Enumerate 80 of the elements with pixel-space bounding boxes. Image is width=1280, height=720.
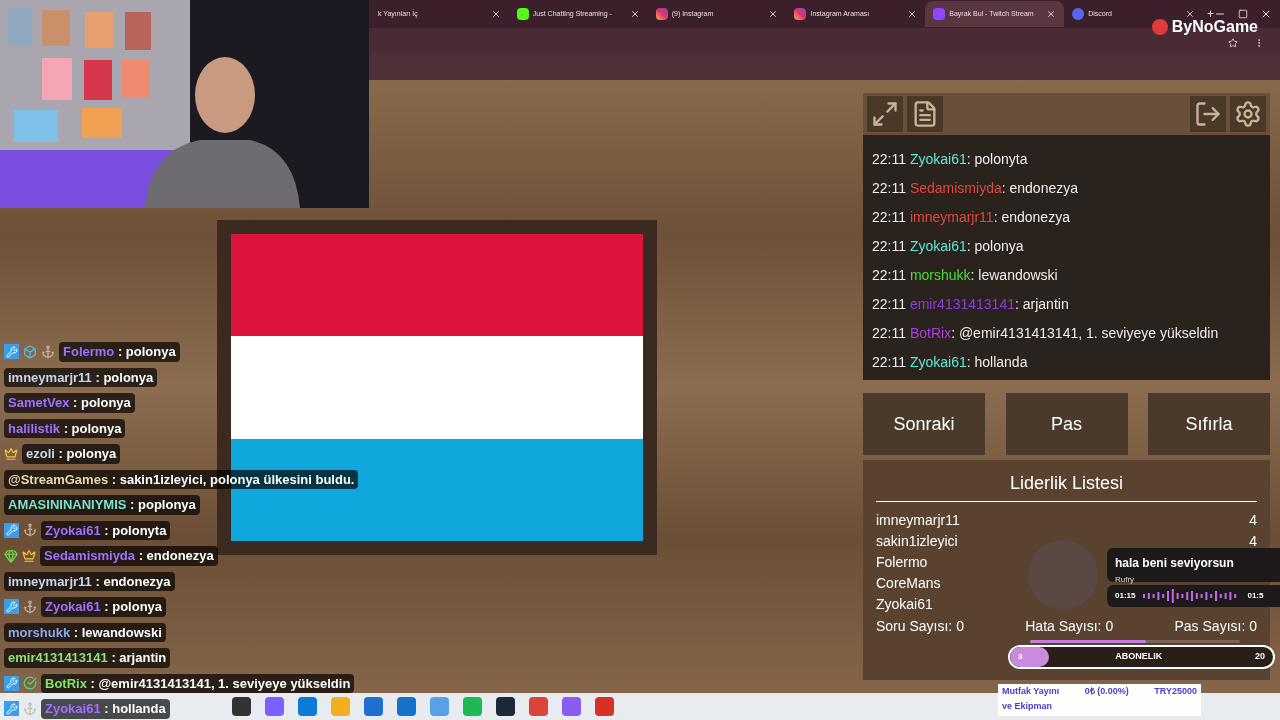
discord-icon: [1072, 8, 1085, 20]
close-icon[interactable]: [490, 9, 501, 19]
fullscreen-button[interactable]: [867, 96, 903, 132]
chat-message: 22:11 Zyokai61: polonyta: [872, 150, 1029, 169]
stat-text: Hata Sayısı: 0: [1025, 617, 1114, 636]
document-button[interactable]: [907, 96, 943, 132]
taskbar-app-icon[interactable]: [496, 697, 515, 716]
player-name: sakin1izleyici: [876, 532, 958, 551]
taskbar-app-icon[interactable]: [232, 697, 251, 716]
close-icon[interactable]: [1260, 8, 1272, 20]
check-badge-icon: [23, 676, 37, 691]
player-score: 4: [1249, 511, 1257, 530]
song-artist: Rufry: [1115, 574, 1136, 586]
stat-text: Pas Sayısı: 0: [1174, 617, 1257, 636]
chat-message: emir4131413141 : arjantin: [4, 648, 171, 668]
chat-message: SametVex : polonya: [4, 393, 135, 413]
bookmark-star-icon[interactable]: [1228, 38, 1238, 48]
close-icon[interactable]: [768, 9, 779, 19]
wrench-badge-icon: [4, 344, 19, 360]
goal-target: TRY25000: [1154, 685, 1197, 698]
exit-button[interactable]: [1190, 96, 1226, 132]
player-score: 4: [1249, 532, 1257, 551]
maximize-icon[interactable]: [1238, 9, 1248, 19]
instagram-icon: [655, 8, 668, 20]
goal-title: ve Ekipman: [1002, 700, 1054, 713]
chat-message: 22:11 Zyokai61: hollanda: [872, 353, 1029, 372]
chat-message: imneymarjr11 : polonya: [4, 367, 158, 387]
goal-title: Mutfak Yayını: [1002, 685, 1060, 698]
wrench-badge-icon: [4, 701, 19, 717]
goal-amount: 0₺ (0.00%): [1084, 685, 1129, 698]
chat-message: Folermo : polonya: [59, 342, 180, 362]
chat-message: morshukk : lewandowski: [4, 622, 166, 642]
chat-message: 22:11 Zyokai61: polonya: [872, 237, 1025, 256]
chat-message: Zyokai61 : polonyta: [41, 520, 171, 540]
cube-badge-icon: [23, 344, 37, 359]
chat-message: 22:11 imneymarjr11: endonezya: [872, 208, 1071, 227]
crown-badge-icon: [22, 548, 36, 563]
subscription-label: ABONELIK: [1114, 650, 1164, 664]
chat-message: imneymarjr11 : endonezya: [4, 571, 175, 591]
anchor-badge-icon: [23, 523, 37, 538]
chat-message: BotRix : @emir4131413141, 1. seviyeye yükseldin: [41, 673, 355, 693]
anchor-badge-icon: [41, 344, 55, 359]
elapsed-time: 01:15: [1115, 590, 1136, 602]
subscription-count: 3: [1018, 651, 1023, 663]
leaderboard-title: Liderlik Listesi: [876, 470, 1257, 502]
chat-message: 22:11 morshukk: lewandowski: [872, 266, 1059, 285]
chat-message: Zyokai61 : polonya: [41, 597, 167, 617]
crown-badge-icon: [4, 446, 18, 461]
instagram-icon: [794, 8, 807, 20]
anchor-badge-icon: [23, 599, 37, 614]
game-button[interactable]: Pas: [1005, 393, 1128, 455]
twitch-icon: [933, 8, 946, 20]
player-name: Zyokai61: [876, 595, 933, 614]
chat-message: 22:11 emir4131413141: arjantin: [872, 295, 1070, 314]
chat-message: halilistik : polonya: [4, 418, 126, 438]
chat-message: 22:11 Sedamismiyda: endonezya: [872, 179, 1079, 198]
gem-badge-icon: [4, 548, 18, 563]
stat-text: Soru Sayısı: 0: [876, 617, 964, 636]
wrench-badge-icon: [4, 599, 19, 615]
chat-message: Sedamismiyda : endonezya: [40, 546, 218, 566]
subscription-goal: 20: [1255, 650, 1265, 664]
anchor-badge-icon: [23, 701, 37, 716]
settings-button[interactable]: [1230, 96, 1266, 132]
chat-message: ezoli : polonya: [22, 444, 121, 464]
close-icon[interactable]: [1046, 9, 1057, 19]
player-name: CoreMans: [876, 574, 941, 593]
game-button[interactable]: Sonraki: [863, 393, 985, 455]
total-time: 01:5: [1247, 590, 1264, 602]
close-icon[interactable]: [907, 9, 918, 19]
chat-message: Zyokai61 : hollanda: [41, 699, 170, 719]
player-name: imneymarjr11: [876, 511, 960, 530]
player-name: Folermo: [876, 553, 928, 572]
chat-message: AMASININANIYMIS : poplonya: [4, 495, 200, 515]
game-button[interactable]: Sıfırla: [1148, 393, 1270, 455]
chat-message: @StreamGames : sakin1izleyici, polonya ülkesini buldu.: [4, 469, 359, 489]
kick-icon: [516, 8, 529, 20]
song-title: hala beni seviyorsun: [1115, 555, 1235, 572]
close-icon[interactable]: [1184, 9, 1195, 19]
close-icon[interactable]: [629, 9, 640, 19]
chat-message: 22:11 BotRix: @emir4131413141, 1. seviyeye yükseldin: [872, 324, 1220, 343]
